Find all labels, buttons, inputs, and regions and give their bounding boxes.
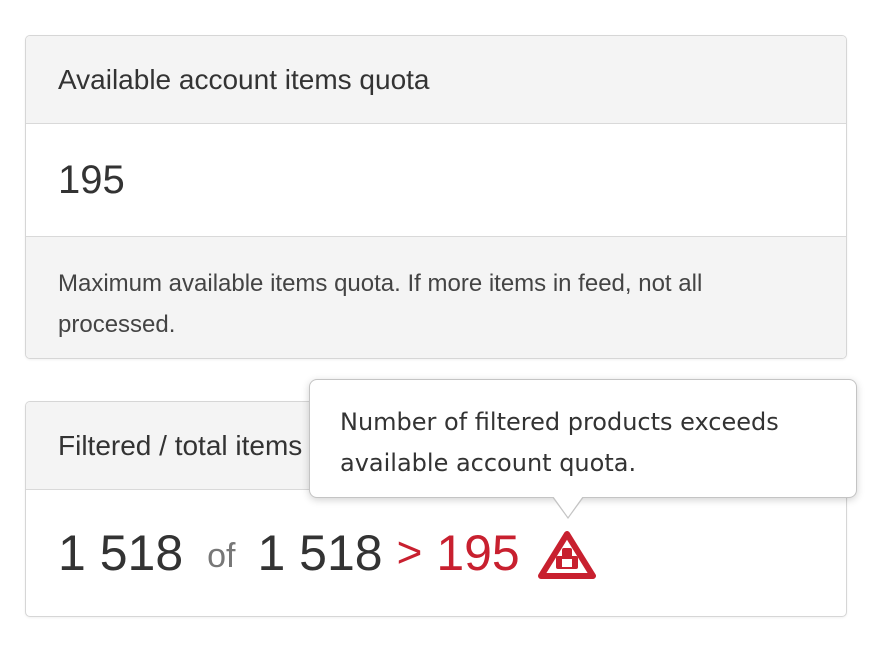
quota-value: 195 <box>26 124 846 237</box>
of-label: of <box>207 537 236 575</box>
quota-card-title: Available account items quota <box>26 36 846 124</box>
filtered-counts: 1 518 of 1 518 > 195 <box>26 490 846 615</box>
filtered-count: 1 518 <box>58 524 184 581</box>
warning-triangle-icon[interactable] <box>537 530 596 579</box>
total-count: 1 518 <box>257 524 383 581</box>
quota-description: Maximum available items quota. If more i… <box>26 237 846 358</box>
tooltip-text: Number of filtered products exceeds avai… <box>340 408 779 477</box>
quota-limit: 195 <box>436 524 520 581</box>
quota-card: Available account items quota 195 Maximu… <box>25 35 847 359</box>
warning-tooltip: Number of filtered products exceeds avai… <box>309 379 857 498</box>
exceeds-sign: > <box>396 527 423 577</box>
